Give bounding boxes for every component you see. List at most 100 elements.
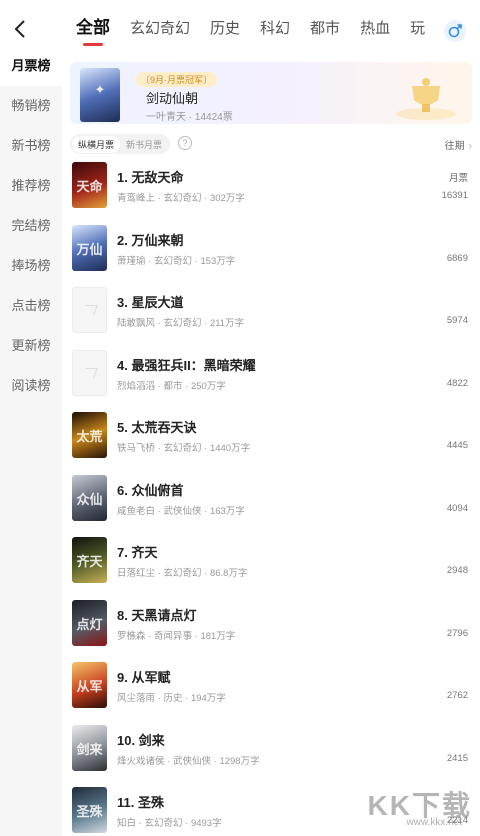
book-title: 8. 天黑请点灯 [117, 607, 197, 623]
sidebar-item-6[interactable]: 点击榜 [0, 286, 62, 326]
book-meta: 烽火戏诸侯 · 武侠仙侠 · 1298万字 [117, 755, 260, 767]
book-meta: 罗樵森 · 奇闻异事 · 181万字 [117, 630, 236, 642]
monthly-champion-card[interactable]: ✦ 〔9月·月票冠军〕 剑动仙朝 一叶青天 · 14424票 [70, 62, 472, 124]
book-row[interactable]: 圣殊 11. 圣殊 知白 · 玄幻奇幻 · 9493字 2214 [62, 783, 480, 836]
book-cover: 圣殊 [72, 787, 107, 833]
back-arrow-icon[interactable] [10, 18, 32, 40]
ranking-content: ✦ 〔9月·月票冠军〕 剑动仙朝 一叶青天 · 14424票 纵横月票 新书月票 … [62, 56, 480, 836]
book-cover: 天命 [72, 162, 107, 208]
book-words: 153万字 [200, 255, 236, 267]
help-icon[interactable]: ? [178, 136, 192, 150]
tab-4[interactable]: 都市 [300, 1, 350, 56]
book-votes: 5974 [446, 315, 468, 326]
book-author: 陆敢飘风 [117, 318, 156, 329]
book-meta: 风尘落雨 · 历史 · 194万字 [117, 693, 226, 704]
book-votes: 4445 [446, 440, 468, 451]
book-votes: 2796 [446, 627, 468, 639]
sidebar-item-5[interactable]: 捧场榜 [0, 246, 62, 286]
top-bar: 全部 玄幻奇幻 历史 科幻 都市 热血玩 [0, 0, 480, 56]
past-periods-link[interactable]: 往期 › [445, 137, 472, 152]
book-genre: 历史 [163, 693, 183, 704]
past-label: 往期 [444, 141, 465, 152]
tab-5[interactable]: 热血 [350, 1, 400, 56]
tab-1[interactable]: 玄幻奇幻 [120, 1, 200, 56]
book-genre: 奇闻异事 [153, 630, 192, 642]
book-meta: 青鸾峰上 · 玄幻奇幻 · 302万字 [117, 193, 245, 204]
book-genre: 玄幻奇幻 [163, 318, 202, 329]
book-row[interactable]: 天命 1. 无敌天命 青鸾峰上 · 玄幻奇幻 · 302万字 月票 16391 [62, 158, 480, 221]
placeholder-icon [82, 367, 98, 378]
book-cover: 万仙 [72, 224, 107, 271]
book-meta: 烈焰滔滔 · 都市 · 250万字 [117, 380, 226, 392]
book-votes: 2214 [446, 815, 468, 826]
tab-2[interactable]: 历史 [200, 1, 250, 56]
book-genre: 玄幻奇幻 [163, 568, 202, 579]
vote-column-label: 月票 [448, 173, 468, 184]
ranking-sidebar: 月票榜 畅销榜 新书榜 推荐榜 完结榜 捧场榜 点击榜 更新榜 阅读榜 [0, 46, 62, 836]
book-author: 知白 [117, 818, 137, 829]
cover-art-text: 圣殊 [76, 804, 103, 819]
placeholder-icon [82, 305, 98, 315]
book-row[interactable]: 4. 最强狂兵II：黑暗荣耀 烈焰滔滔 · 都市 · 250万字 4822 [62, 346, 480, 409]
sidebar-item-4[interactable]: 完结榜 [0, 206, 62, 246]
book-words: 194万字 [190, 693, 226, 704]
trophy-icon [386, 70, 458, 122]
book-votes: 2948 [446, 565, 468, 576]
book-genre: 玄幻奇幻 [144, 818, 183, 829]
book-author: 日落红尘 [117, 568, 156, 579]
book-genre: 武侠仙侠 [163, 505, 202, 517]
book-votes: 2415 [446, 752, 468, 764]
sidebar-item-2[interactable]: 新书榜 [0, 126, 62, 166]
sidebar-item-8[interactable]: 阅读榜 [0, 366, 62, 406]
champion-title: 剑动仙朝 [146, 91, 199, 106]
sidebar-item-7[interactable]: 更新榜 [0, 326, 62, 366]
book-author: 萧瑾瑜 [117, 255, 146, 267]
book-row[interactable]: 万仙 2. 万仙来朝 萧瑾瑜 · 玄幻奇幻 · 153万字 6869 [62, 221, 480, 284]
vote-type-option-0[interactable]: 纵横月票 [72, 135, 121, 153]
book-row[interactable]: 从军 9. 从军赋 风尘落雨 · 历史 · 194万字 2762 [62, 658, 480, 721]
book-row[interactable]: 众仙 6. 众仙俯首 咸鱼老白 · 武侠仙侠 · 163万字 4094 [62, 471, 480, 534]
book-row[interactable]: 剑来 10. 剑来 烽火戏诸侯 · 武侠仙侠 · 1298万字 2415 [62, 721, 480, 784]
sidebar-item-1[interactable]: 畅销榜 [0, 86, 62, 126]
tab-3[interactable]: 科幻 [250, 1, 300, 56]
book-title: 4. 最强狂兵II：黑暗荣耀 [117, 357, 256, 373]
book-words: 86.8万字 [209, 568, 248, 579]
book-meta: 萧瑾瑜 · 玄幻奇幻 · 153万字 [117, 255, 236, 267]
cover-art-text: 众仙 [76, 491, 103, 507]
book-author: 咸鱼老白 [117, 505, 156, 517]
book-row[interactable]: 齐天 7. 齐天 日落红尘 · 玄幻奇幻 · 86.8万字 2948 [62, 533, 480, 596]
book-cover: 众仙 [72, 474, 107, 521]
cover-art-text: 太荒 [76, 429, 103, 444]
sidebar-item-0[interactable]: 月票榜 [0, 46, 62, 86]
book-row[interactable]: 点灯 8. 天黑请点灯 罗樵森 · 奇闻异事 · 181万字 2796 [62, 596, 480, 659]
book-author: 罗樵森 [117, 630, 146, 642]
vote-type-option-1[interactable]: 新书月票 [120, 136, 168, 153]
book-meta: 咸鱼老白 · 武侠仙侠 · 163万字 [117, 505, 245, 517]
male-symbol-icon[interactable] [444, 20, 466, 42]
book-author: 烽火戏诸侯 [117, 755, 165, 767]
champion-cover: ✦ [80, 68, 120, 122]
filter-row: 纵横月票 新书月票 ? 往期 › [70, 134, 472, 156]
book-words: 9493字 [190, 818, 222, 829]
book-row[interactable]: 太荒 5. 太荒吞天诀铁马飞桥 · 玄幻奇幻 · 1440万字 4445 [62, 408, 480, 471]
book-words: 1298万字 [219, 755, 260, 767]
book-words: 1440万字 [209, 443, 251, 454]
book-title: 3. 星辰大道 [117, 295, 184, 310]
tab-0[interactable]: 全部 [66, 0, 120, 56]
book-meta: 铁马飞桥 · 玄幻奇幻 · 1440万字 [117, 443, 251, 454]
book-genre: 玄幻奇幻 [153, 255, 192, 267]
book-cover: 剑来 [72, 724, 107, 771]
book-words: 250万字 [190, 380, 226, 392]
book-genre: 都市 [163, 380, 183, 392]
sidebar-item-3[interactable]: 推荐榜 [0, 166, 62, 206]
book-cover: 太荒 [72, 412, 107, 458]
book-title: 5. 太荒吞天诀 [117, 420, 197, 435]
champion-meta: 一叶青天 · 14424票 [146, 112, 233, 123]
book-cover: 齐天 [72, 537, 107, 583]
champion-tag: 〔9月·月票冠军〕 [136, 72, 218, 87]
book-title: 1. 无敌天命 [117, 170, 184, 185]
book-row[interactable]: 3. 星辰大道 陆敢飘风 · 玄幻奇幻 · 211万字 5974 [62, 283, 480, 346]
book-author: 风尘落雨 [117, 693, 156, 704]
book-words: 211万字 [209, 318, 245, 329]
vote-type-switch: 纵横月票 新书月票 [70, 134, 171, 154]
